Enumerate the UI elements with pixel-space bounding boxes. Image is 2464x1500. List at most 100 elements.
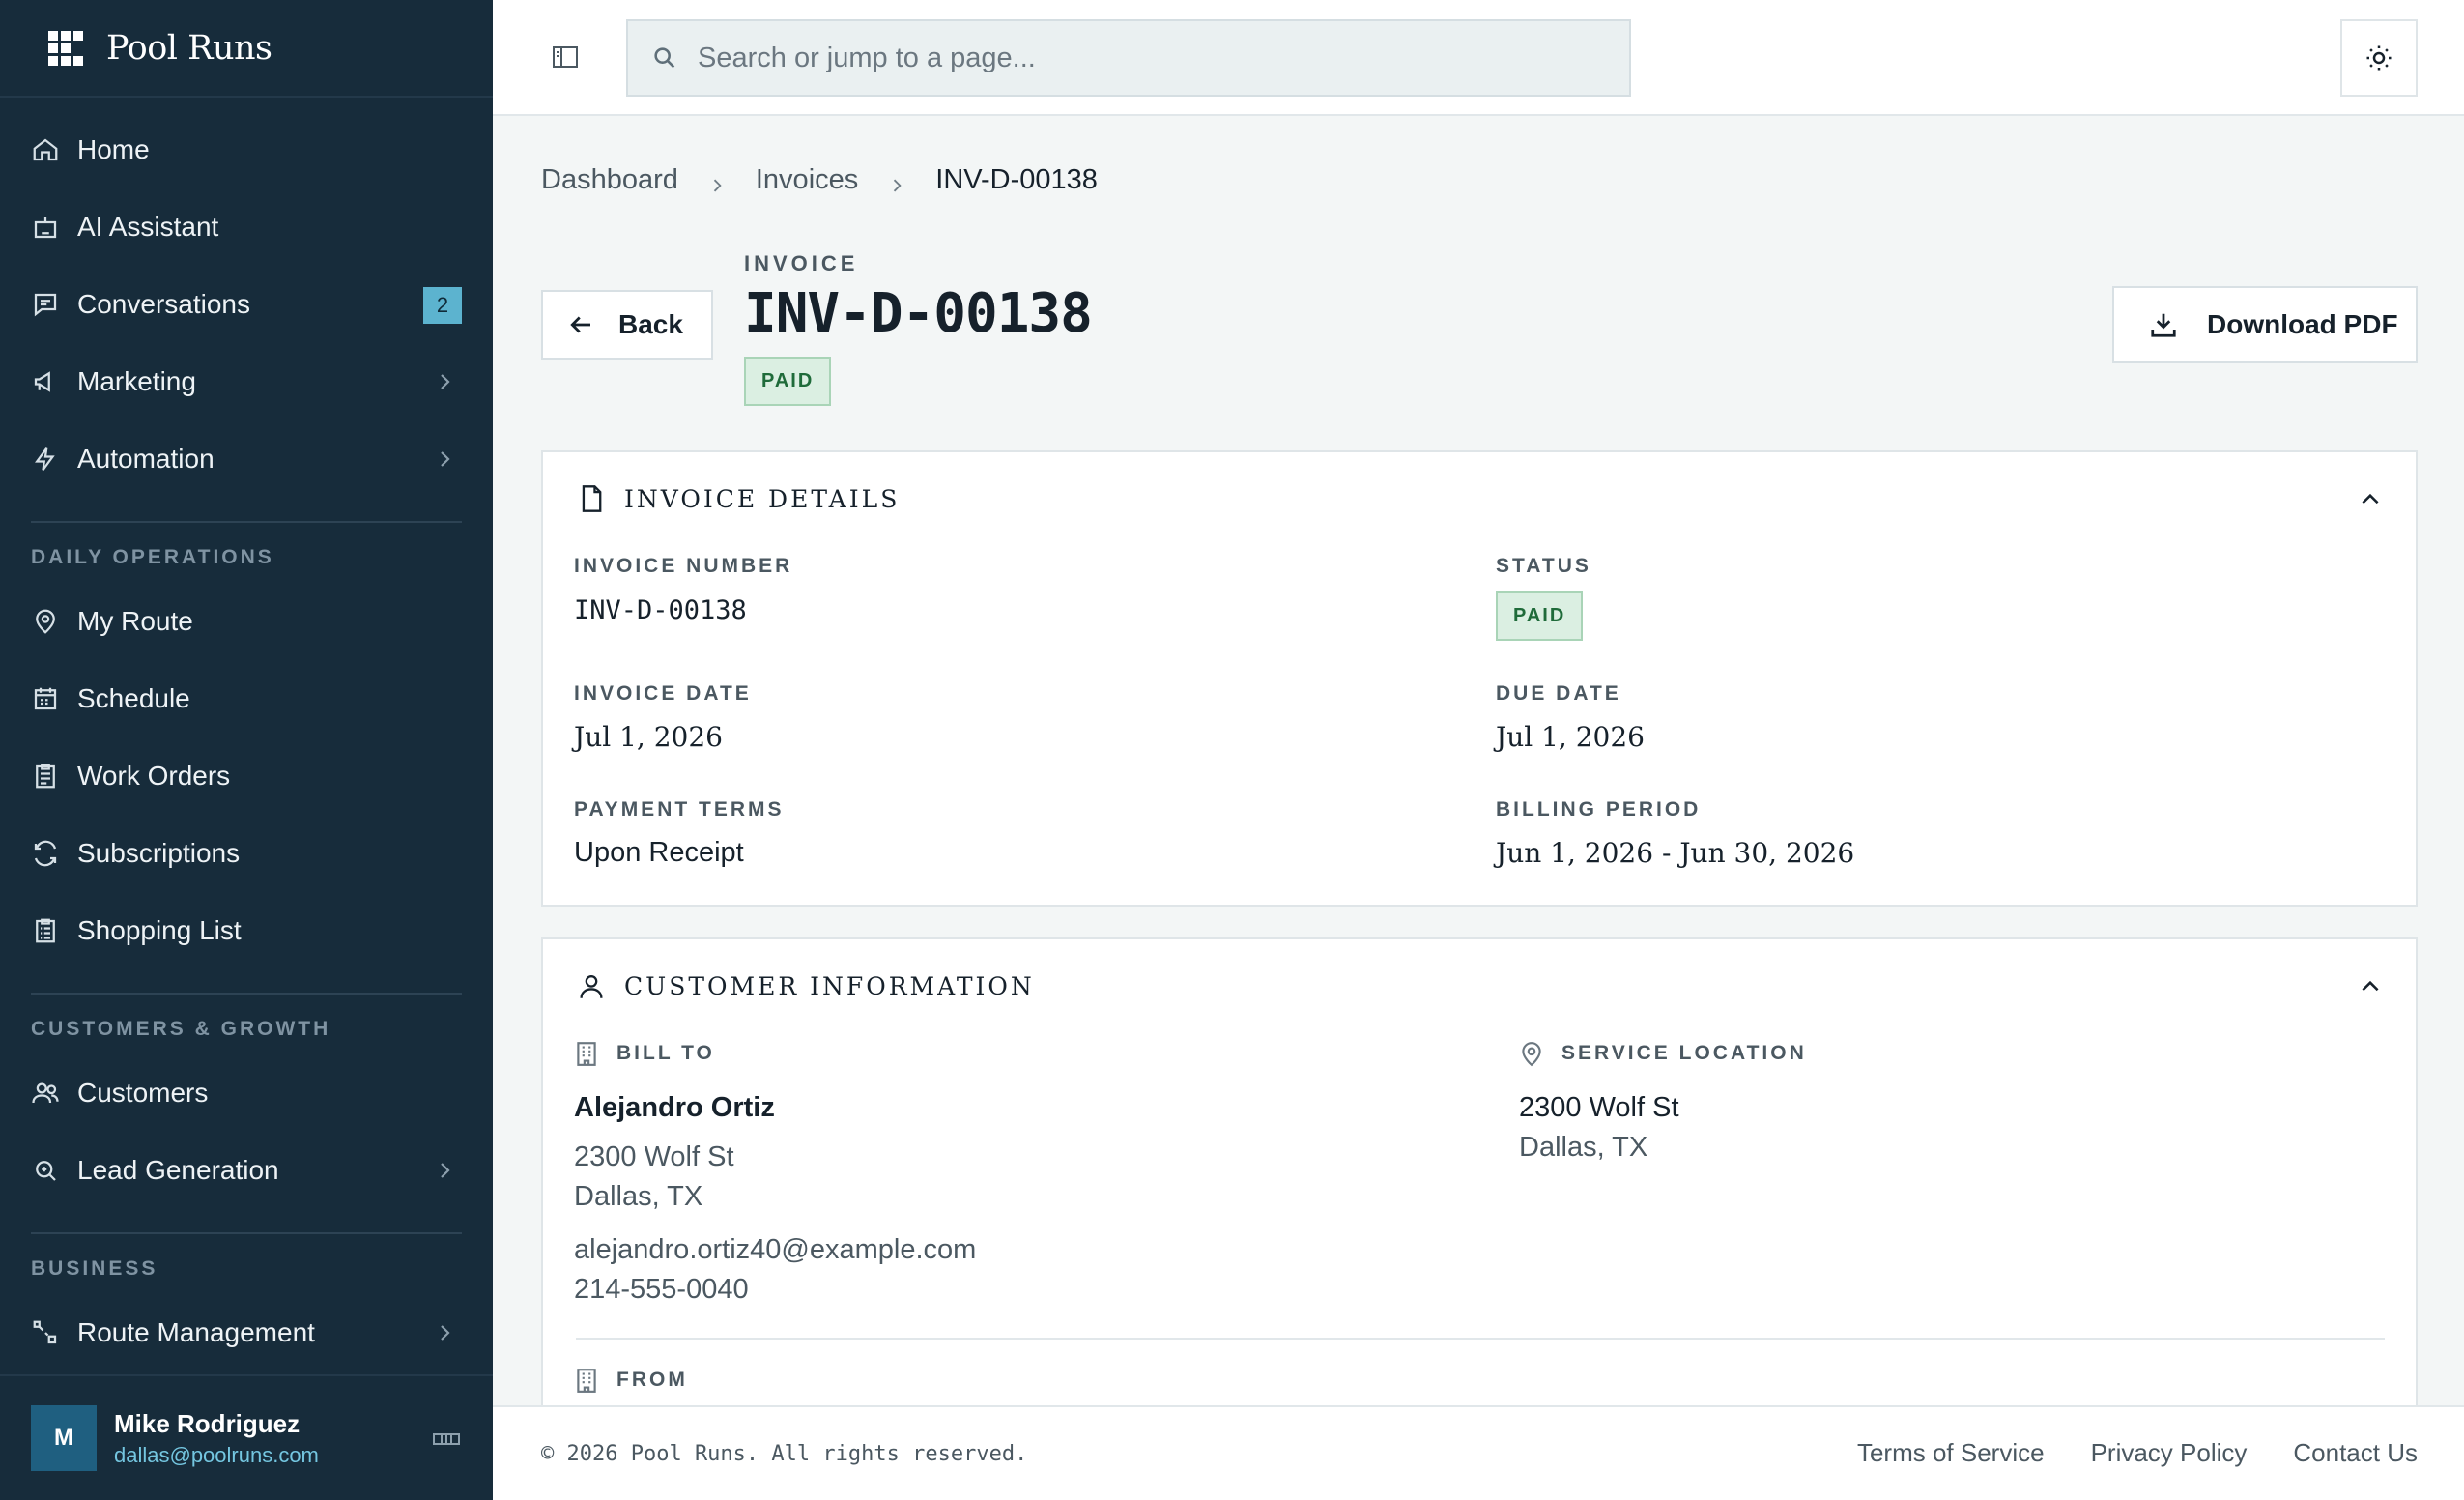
footer: © 2026 Pool Runs. All rights reserved. T… bbox=[493, 1405, 2464, 1500]
sidebar-item-conversations[interactable]: Conversations 2 bbox=[0, 266, 493, 343]
sidebar-item-label: Schedule bbox=[77, 683, 190, 713]
sidebar-item-label: Automation bbox=[77, 444, 215, 474]
card-title: INVOICE DETAILS bbox=[624, 484, 901, 513]
user-name: Mike Rodriguez bbox=[114, 1408, 301, 1438]
customer-phone[interactable]: 214-555-0040 bbox=[574, 1274, 976, 1306]
breadcrumb-dashboard[interactable]: Dashboard bbox=[541, 164, 678, 196]
chevron-right-icon bbox=[433, 1321, 456, 1344]
topbar bbox=[493, 0, 2464, 116]
service-location-details: 2300 Wolf St Dallas, TX bbox=[1519, 1092, 1679, 1164]
field-invoice-date: INVOICE DATE Jul 1, 2026 bbox=[574, 682, 752, 753]
building-icon bbox=[577, 1042, 596, 1066]
users-icon bbox=[31, 1079, 60, 1108]
invoice-number-value: INV-D-00138 bbox=[574, 595, 747, 625]
user-icon bbox=[578, 971, 605, 1000]
back-label: Back bbox=[618, 309, 683, 339]
section-title-customers-growth: CUSTOMERS & GROWTH bbox=[31, 1018, 331, 1040]
sidebar-item-marketing[interactable]: Marketing bbox=[0, 343, 493, 420]
logo-icon bbox=[48, 30, 83, 66]
due-date-value: Jul 1, 2026 bbox=[1496, 721, 1645, 753]
bill-to-details: Alejandro Ortiz 2300 Wolf St Dallas, TX … bbox=[574, 1092, 976, 1306]
sidebar-item-automation[interactable]: Automation bbox=[0, 420, 493, 498]
section-title-business: BUSINESS bbox=[31, 1257, 158, 1280]
privacy-link[interactable]: Privacy Policy bbox=[2091, 1438, 2248, 1468]
sidebar-item-label: Conversations bbox=[77, 289, 250, 319]
list-icon bbox=[31, 916, 60, 945]
route-icon bbox=[31, 1318, 60, 1347]
sidebar-item-customers[interactable]: Customers bbox=[0, 1054, 493, 1132]
sidebar-item-label: Lead Generation bbox=[77, 1155, 279, 1185]
search-bar[interactable] bbox=[626, 19, 1631, 97]
avatar: M bbox=[31, 1405, 97, 1471]
sidebar-item-label: Customers bbox=[77, 1078, 209, 1108]
customer-name: Alejandro Ortiz bbox=[574, 1092, 775, 1123]
card-header[interactable]: INVOICE DETAILS bbox=[543, 452, 2416, 545]
field-label: STATUS bbox=[1496, 555, 1591, 577]
sidebar-item-label: Subscriptions bbox=[77, 838, 241, 868]
back-button[interactable]: Back bbox=[541, 290, 713, 360]
contact-link[interactable]: Contact Us bbox=[2293, 1438, 2418, 1468]
sidebar-toggle-icon[interactable] bbox=[551, 43, 580, 72]
field-billing-period: BILLING PERIOD Jun 1, 2026 - Jun 30, 202… bbox=[1496, 798, 1854, 869]
chevron-up-icon[interactable] bbox=[2358, 487, 2383, 512]
building-icon bbox=[577, 1369, 596, 1393]
app-name: Pool Runs bbox=[106, 28, 272, 68]
bill-to-header: BILL TO bbox=[574, 1040, 715, 1067]
sun-icon bbox=[2366, 45, 2392, 71]
more-options-icon[interactable] bbox=[433, 1432, 460, 1446]
map-pin-icon bbox=[31, 607, 60, 636]
chevron-right-icon bbox=[433, 447, 456, 471]
sidebar-item-label: Marketing bbox=[77, 366, 196, 396]
sidebar-item-subscriptions[interactable]: Subscriptions bbox=[0, 815, 493, 892]
home-icon bbox=[31, 135, 60, 164]
invoice-details-card: INVOICE DETAILS INVOICE NUMBER INV-D-001… bbox=[541, 450, 2418, 907]
section-title-daily-operations: DAILY OPERATIONS bbox=[31, 546, 274, 568]
chevron-right-icon bbox=[887, 171, 906, 191]
user-profile[interactable]: M Mike Rodriguez dallas@poolruns.com bbox=[0, 1374, 493, 1500]
sidebar-item-schedule[interactable]: Schedule bbox=[0, 660, 493, 737]
sidebar-item-route-management[interactable]: Route Management bbox=[0, 1294, 493, 1371]
sidebar-nav: Home AI Assistant Conversations 2 Market… bbox=[0, 98, 493, 1371]
robot-icon bbox=[31, 213, 60, 242]
clipboard-icon bbox=[31, 762, 60, 791]
sidebar-item-work-orders[interactable]: Work Orders bbox=[0, 737, 493, 815]
sidebar-item-ai-assistant[interactable]: AI Assistant bbox=[0, 188, 493, 266]
page-title: INV-D-00138 bbox=[744, 282, 1093, 345]
footer-links: Terms of Service Privacy Policy Contact … bbox=[1811, 1438, 2418, 1468]
field-label: INVOICE DATE bbox=[574, 682, 752, 705]
sidebar-item-label: AI Assistant bbox=[77, 212, 219, 242]
download-pdf-button[interactable]: Download PDF bbox=[2112, 286, 2418, 363]
service-address-line-1: 2300 Wolf St bbox=[1519, 1092, 1679, 1123]
sidebar-item-shopping-list[interactable]: Shopping List bbox=[0, 892, 493, 969]
from-label: FROM bbox=[616, 1369, 688, 1391]
billing-period-value: Jun 1, 2026 - Jun 30, 2026 bbox=[1496, 837, 1855, 869]
card-title: CUSTOMER INFORMATION bbox=[624, 971, 1035, 1000]
bill-to-label: BILL TO bbox=[616, 1042, 715, 1064]
card-header[interactable]: CUSTOMER INFORMATION bbox=[543, 939, 2416, 1032]
copyright: © 2026 Pool Runs. All rights reserved. bbox=[541, 1442, 1028, 1466]
chat-icon bbox=[31, 290, 60, 319]
megaphone-icon bbox=[31, 367, 60, 396]
field-status: STATUS PAID bbox=[1496, 555, 1591, 641]
sidebar-item-lead-generation[interactable]: Lead Generation bbox=[0, 1132, 493, 1209]
sidebar-item-label: Route Management bbox=[77, 1317, 315, 1347]
terms-link[interactable]: Terms of Service bbox=[1857, 1438, 2045, 1468]
sidebar-item-home[interactable]: Home bbox=[0, 111, 493, 188]
breadcrumb-invoices[interactable]: Invoices bbox=[756, 164, 858, 196]
chevron-up-icon[interactable] bbox=[2358, 974, 2383, 999]
field-label: PAYMENT TERMS bbox=[574, 798, 785, 821]
breadcrumb-current: INV-D-00138 bbox=[935, 164, 1098, 195]
field-label: DUE DATE bbox=[1496, 682, 1621, 705]
customer-email[interactable]: alejandro.ortiz40@example.com bbox=[574, 1234, 976, 1266]
sidebar-item-label: Shopping List bbox=[77, 915, 242, 945]
theme-toggle-button[interactable] bbox=[2340, 19, 2418, 97]
field-due-date: DUE DATE Jul 1, 2026 bbox=[1496, 682, 1645, 753]
customer-information-card: CUSTOMER INFORMATION BILL TO Alejandro O… bbox=[541, 938, 2418, 1405]
sidebar-item-my-route[interactable]: My Route bbox=[0, 583, 493, 660]
brand[interactable]: Pool Runs bbox=[0, 0, 493, 98]
sidebar-item-label: Home bbox=[77, 134, 150, 164]
search-input[interactable] bbox=[698, 42, 1567, 74]
invoice-date-value: Jul 1, 2026 bbox=[574, 721, 723, 753]
map-pin-icon bbox=[1522, 1042, 1541, 1067]
payment-terms-value: Upon Receipt bbox=[574, 837, 744, 868]
